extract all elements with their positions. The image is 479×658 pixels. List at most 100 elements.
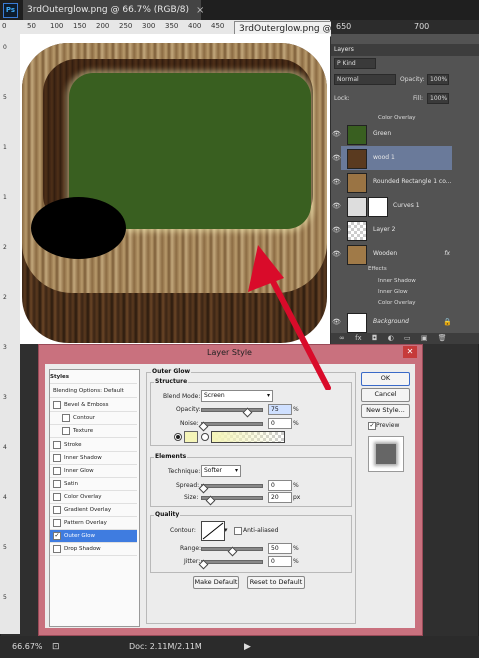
style-item-gradient-overlay[interactable]: Gradient Overlay — [50, 504, 137, 517]
new-style-button[interactable]: New Style... — [361, 404, 410, 418]
style-item-texture[interactable]: Texture — [50, 425, 137, 438]
fx-icon[interactable]: fx — [444, 242, 450, 266]
eye-icon[interactable]: 👁 — [332, 146, 341, 170]
percent-label: % — [293, 482, 299, 489]
ok-button[interactable]: OK — [361, 372, 410, 386]
trash-icon[interactable]: 🗑 — [438, 334, 447, 342]
checkbox[interactable] — [62, 413, 70, 422]
style-item-color-overlay[interactable]: Color Overlay — [50, 491, 137, 504]
close-tab-icon[interactable]: × — [196, 5, 204, 16]
style-label: Drop Shadow — [64, 546, 101, 552]
chevron-down-icon[interactable]: ▾ — [224, 526, 228, 534]
style-item-stroke[interactable]: Stroke — [50, 439, 137, 452]
glow-color-swatch[interactable] — [184, 431, 198, 443]
jitter-slider[interactable] — [201, 560, 263, 564]
layer-effect-item[interactable]: Inner Shadow — [378, 278, 416, 284]
style-item-pattern-overlay[interactable]: Pattern Overlay — [50, 517, 137, 530]
checkbox[interactable] — [53, 492, 61, 501]
style-item-inner-shadow[interactable]: Inner Shadow — [50, 452, 137, 465]
blend-mode-label: Blend Mode: — [163, 393, 201, 400]
cancel-button[interactable]: Cancel — [361, 388, 410, 402]
layer-opacity-field[interactable]: 100% — [427, 74, 449, 85]
checkbox[interactable] — [53, 466, 61, 475]
add-style-icon[interactable]: fx — [355, 334, 362, 342]
opacity-field[interactable]: 75 — [268, 404, 292, 415]
style-item-satin[interactable]: Satin — [50, 478, 137, 491]
style-label: Texture — [73, 428, 94, 434]
glow-gradient-picker[interactable] — [211, 431, 285, 443]
style-item-contour[interactable]: Contour — [50, 412, 137, 425]
layer-effect-item[interactable]: Inner Glow — [378, 289, 408, 295]
layers-tab[interactable]: Layers — [334, 46, 354, 53]
timeline-icon[interactable]: ⊡ — [52, 636, 60, 658]
black-hole-shape — [31, 197, 126, 259]
layer-row-green[interactable]: 👁 Green — [332, 122, 452, 146]
contour-picker[interactable] — [201, 521, 225, 541]
jitter-field[interactable]: 0 — [268, 556, 292, 567]
noise-slider[interactable] — [201, 422, 263, 426]
gradient-radio[interactable] — [201, 433, 209, 441]
elements-title: Elements — [154, 453, 188, 460]
eye-icon[interactable]: 👁 — [332, 170, 341, 194]
checkbox[interactable] — [62, 426, 70, 435]
outer-glow-title: Outer Glow — [151, 368, 192, 375]
ruler-tick: 150 — [73, 22, 87, 30]
layer-effect-item[interactable]: Color Overlay — [378, 300, 416, 306]
adjustment-icon[interactable]: ◐ — [388, 334, 394, 342]
make-default-button[interactable]: Make Default — [193, 576, 239, 589]
layer-opacity-label: Opacity: — [400, 76, 425, 83]
noise-field[interactable]: 0 — [268, 418, 292, 429]
blend-mode-select[interactable]: Screen ▾ — [201, 390, 273, 402]
status-menu-arrow-icon[interactable]: ▶ — [244, 636, 251, 658]
blend-mode-value: Screen — [204, 392, 225, 399]
ruler-tick: 100 — [50, 22, 64, 30]
checkbox[interactable] — [53, 505, 61, 514]
layer-fill-field[interactable]: 100% — [427, 93, 449, 104]
opacity-slider[interactable] — [201, 408, 263, 412]
contour-label: Contour: — [170, 527, 196, 534]
layer-blend-mode-select[interactable]: Normal — [334, 74, 396, 85]
layer-effect-item[interactable]: Color Overlay — [378, 115, 416, 121]
antialiased-checkbox[interactable] — [234, 527, 242, 535]
antialiased-label: Anti-aliased — [243, 527, 279, 534]
layers-panel-header: Layers — [331, 44, 479, 56]
checkbox[interactable] — [53, 453, 61, 462]
style-item-inner-glow[interactable]: Inner Glow — [50, 465, 137, 478]
add-mask-icon[interactable]: ◘ — [372, 334, 378, 342]
layer-kind-filter[interactable]: P Kind — [334, 58, 376, 69]
new-group-icon[interactable]: ▭ — [404, 334, 411, 342]
style-item-bevel[interactable]: Bevel & Emboss — [50, 399, 137, 412]
new-layer-icon[interactable]: ▣ — [421, 334, 428, 342]
layer-row-wood1[interactable]: 👁 wood 1 — [332, 146, 452, 170]
close-icon[interactable]: ✕ — [403, 346, 417, 358]
checkbox[interactable] — [53, 400, 61, 409]
layer-row-layer2[interactable]: 👁 Layer 2 — [332, 218, 452, 242]
style-item-outer-glow[interactable]: ✓ Outer Glow — [50, 530, 137, 543]
layer-row-curves[interactable]: 👁 Curves 1 — [332, 194, 452, 218]
technique-select[interactable]: Softer ▾ — [201, 465, 241, 477]
styles-header[interactable]: Styles — [50, 371, 137, 384]
layer-row-background[interactable]: 👁 Background 🔒 — [332, 310, 452, 334]
checkbox[interactable] — [53, 479, 61, 488]
document-tab[interactable]: 3rdOuterglow.png @ 66.7% (RGB/8) — [23, 0, 201, 20]
zoom-level[interactable]: 66.67% — [12, 636, 43, 658]
reset-default-button[interactable]: Reset to Default — [247, 576, 305, 589]
eye-icon[interactable]: 👁 — [332, 194, 341, 218]
checkbox[interactable] — [53, 544, 61, 553]
layer-name: Background — [373, 318, 409, 325]
range-field[interactable]: 50 — [268, 543, 292, 554]
spread-slider[interactable] — [201, 484, 263, 488]
checkbox[interactable] — [53, 440, 61, 449]
color-radio-selected[interactable] — [174, 433, 182, 441]
style-item-blending[interactable]: Blending Options: Default — [50, 385, 137, 398]
eye-icon[interactable]: 👁 — [332, 122, 341, 146]
layer-row-rounded-rect[interactable]: 👁 Rounded Rectangle 1 co... — [332, 170, 452, 194]
layer-row-wooden[interactable]: 👁 Wooden fx — [332, 242, 452, 266]
size-field[interactable]: 20 — [268, 492, 292, 503]
checkbox-checked[interactable]: ✓ — [53, 531, 61, 540]
checkbox[interactable] — [53, 518, 61, 527]
spread-field[interactable]: 0 — [268, 480, 292, 491]
style-item-drop-shadow[interactable]: Drop Shadow — [50, 543, 137, 556]
ruler-tick: 0 — [2, 22, 7, 30]
preview-checkbox[interactable]: ✓ — [368, 422, 376, 430]
